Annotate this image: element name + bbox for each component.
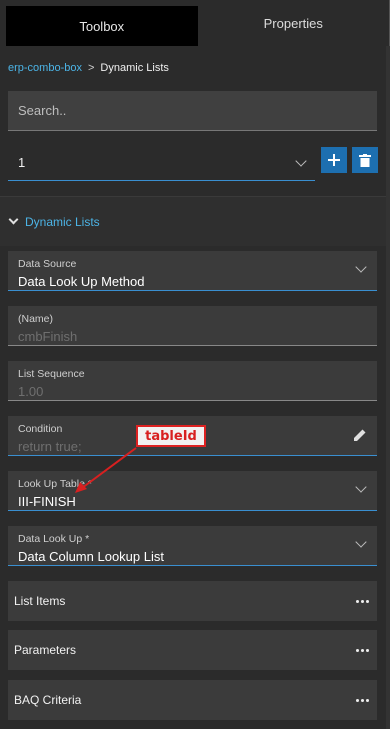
field-label: (Name) xyxy=(18,313,54,325)
more-options-icon[interactable] xyxy=(356,599,369,603)
annotation-callout: tableId xyxy=(136,425,206,447)
name-field[interactable]: (Name) cmbFinish xyxy=(8,306,377,346)
field-value: cmbFinish xyxy=(18,329,78,344)
scrollbar[interactable] xyxy=(386,46,390,729)
baq-criteria-row[interactable]: BAQ Criteria xyxy=(8,680,377,720)
plus-icon xyxy=(328,154,340,166)
row-label: BAQ Criteria xyxy=(14,693,82,707)
breadcrumb-current: Dynamic Lists xyxy=(100,62,169,74)
section-title: Dynamic Lists xyxy=(25,214,100,229)
field-label: Data Look Up * xyxy=(18,533,90,545)
more-options-icon[interactable] xyxy=(356,648,369,652)
row-label: List Items xyxy=(14,594,66,608)
add-list-button[interactable] xyxy=(321,147,347,173)
row-label: Parameters xyxy=(14,643,77,657)
breadcrumb-separator: > xyxy=(87,62,95,74)
trash-icon xyxy=(359,153,371,167)
chevron-down-icon xyxy=(8,214,19,225)
field-label: Look Up Table * xyxy=(18,478,92,490)
list-sequence-field[interactable]: List Sequence 1.00 xyxy=(8,361,377,401)
annotation-text: tableId xyxy=(145,428,197,444)
dynamic-lists-section-header[interactable]: Dynamic Lists xyxy=(0,196,390,246)
tab-toolbox[interactable]: Toolbox xyxy=(6,6,198,46)
parameters-row[interactable]: Parameters xyxy=(8,630,377,670)
field-label: Data Source xyxy=(18,258,77,270)
field-value: III-FINISH xyxy=(18,494,76,509)
search-input[interactable] xyxy=(8,91,377,130)
list-selector-value: 1 xyxy=(18,155,26,170)
breadcrumb-parent-link[interactable]: erp-combo-box xyxy=(8,62,82,74)
more-options-icon[interactable] xyxy=(356,698,369,702)
field-value: 1.00 xyxy=(18,384,44,399)
search-box xyxy=(8,91,377,131)
breadcrumb: erp-combo-box > Dynamic Lists xyxy=(8,62,169,74)
list-selector[interactable]: 1 xyxy=(8,145,315,181)
tab-properties[interactable]: Properties xyxy=(197,0,389,46)
panel-tabs: Toolbox Properties xyxy=(0,0,390,46)
list-items-row[interactable]: List Items xyxy=(8,581,377,621)
look-up-table-select[interactable]: Look Up Table * III-FINISH xyxy=(8,471,377,511)
delete-list-button[interactable] xyxy=(352,147,378,173)
field-label: List Sequence xyxy=(18,368,85,380)
data-look-up-select[interactable]: Data Look Up * Data Column Lookup List xyxy=(8,526,377,566)
chevron-down-icon xyxy=(295,154,307,167)
data-source-select[interactable]: Data Source Data Look Up Method xyxy=(8,251,377,291)
field-value: Data Column Lookup List xyxy=(18,549,164,564)
pencil-icon[interactable] xyxy=(353,428,367,442)
field-value: Data Look Up Method xyxy=(18,274,145,289)
